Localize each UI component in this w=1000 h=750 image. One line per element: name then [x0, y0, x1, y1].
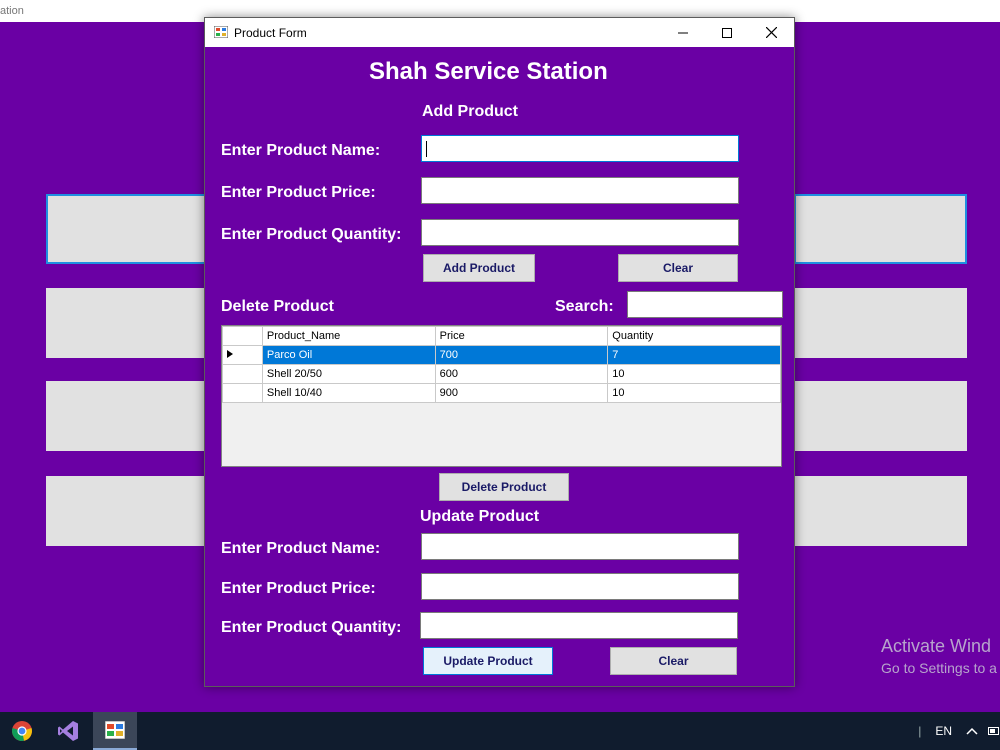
window-title: Product Form	[234, 26, 307, 40]
cell-quantity[interactable]: 7	[607, 345, 781, 365]
language-indicator[interactable]: EN	[935, 724, 952, 738]
row-selector[interactable]	[222, 345, 263, 365]
add-clear-button[interactable]: Clear	[618, 254, 738, 282]
close-icon	[765, 27, 777, 38]
add-quantity-input[interactable]	[421, 219, 739, 246]
cell-quantity[interactable]: 10	[607, 364, 781, 384]
table-row[interactable]: Parco Oil 700 7	[222, 345, 781, 365]
background-tile-4-right[interactable]	[794, 476, 967, 546]
column-header-name[interactable]: Product_Name	[261, 326, 436, 346]
background-tile-3-right[interactable]	[794, 381, 967, 451]
update-clear-button[interactable]: Clear	[610, 647, 737, 675]
search-input[interactable]	[627, 291, 783, 318]
product-form-window: Product Form Shah Service Station Add Pr…	[204, 17, 795, 687]
update-quantity-input[interactable]	[420, 612, 738, 639]
delete-product-title: Delete Product	[221, 298, 334, 315]
form-icon	[214, 26, 228, 38]
add-product-title: Add Product	[422, 103, 518, 120]
row-selector[interactable]	[222, 383, 263, 403]
taskbar-chrome-button[interactable]	[0, 712, 44, 750]
cell-product-name[interactable]: Shell 20/50	[261, 364, 436, 384]
search-label: Search:	[555, 298, 614, 315]
delete-product-button[interactable]: Delete Product	[439, 473, 569, 501]
update-quantity-label: Enter Product Quantity:	[221, 619, 402, 636]
table-row[interactable]: Shell 10/40 900 10	[222, 383, 781, 403]
add-quantity-label: Enter Product Quantity:	[221, 226, 402, 243]
background-tile-2-left[interactable]	[46, 288, 206, 358]
activation-watermark-title: Activate Wind	[881, 636, 992, 656]
text-caret	[426, 141, 427, 157]
table-row[interactable]: Shell 20/50 600 10	[222, 364, 781, 384]
current-row-arrow-icon	[227, 350, 233, 358]
winforms-app-icon	[105, 721, 125, 739]
minimize-icon	[678, 32, 688, 33]
update-name-input[interactable]	[421, 533, 739, 560]
background-tile-3-left[interactable]	[46, 381, 206, 451]
background-tile-2-right[interactable]	[794, 288, 967, 358]
background-window-title: ation	[0, 5, 24, 17]
battery-icon[interactable]	[988, 726, 1000, 736]
column-header-price[interactable]: Price	[434, 326, 609, 346]
cell-price[interactable]: 900	[434, 383, 609, 403]
products-table: Product_Name Price Quantity Parco Oil 70…	[222, 326, 781, 403]
products-grid[interactable]: Product_Name Price Quantity Parco Oil 70…	[221, 325, 782, 467]
update-price-input[interactable]	[421, 573, 739, 600]
cell-price[interactable]: 700	[434, 345, 609, 365]
add-name-label: Enter Product Name:	[221, 142, 381, 159]
update-price-label: Enter Product Price:	[221, 580, 376, 597]
visual-studio-icon	[58, 721, 78, 741]
system-tray: | EN	[918, 712, 1000, 750]
table-header-row: Product_Name Price Quantity	[222, 326, 781, 346]
chrome-icon	[12, 721, 32, 741]
update-product-button[interactable]: Update Product	[423, 647, 553, 675]
chevron-up-icon[interactable]	[966, 727, 978, 735]
activation-watermark-subtitle: Go to Settings to a	[881, 660, 997, 676]
column-header-quantity[interactable]: Quantity	[607, 326, 781, 346]
update-product-title: Update Product	[420, 508, 540, 525]
cell-product-name[interactable]: Parco Oil	[261, 345, 436, 365]
close-button[interactable]	[749, 18, 793, 47]
cell-price[interactable]: 600	[434, 364, 609, 384]
minimize-button[interactable]	[661, 18, 705, 47]
add-price-label: Enter Product Price:	[221, 184, 376, 201]
background-tile-1-right[interactable]	[794, 194, 967, 264]
taskbar-visual-studio-button[interactable]	[46, 712, 90, 750]
maximize-icon	[722, 27, 732, 38]
taskbar: | EN	[0, 712, 1000, 750]
window-titlebar: Product Form	[205, 18, 794, 47]
add-price-input[interactable]	[421, 177, 739, 204]
row-selector[interactable]	[222, 364, 263, 384]
maximize-button[interactable]	[705, 18, 749, 47]
cell-quantity[interactable]: 10	[607, 383, 781, 403]
tray-separator: |	[918, 724, 922, 738]
update-name-label: Enter Product Name:	[221, 540, 381, 557]
app-heading: Shah Service Station	[369, 58, 608, 85]
activation-watermark: Activate Wind Go to Settings to a	[881, 636, 997, 676]
add-product-button[interactable]: Add Product	[423, 254, 535, 282]
taskbar-product-form-button[interactable]	[93, 712, 137, 750]
cell-product-name[interactable]: Shell 10/40	[261, 383, 436, 403]
background-tile-4-left[interactable]	[46, 476, 206, 546]
background-tile-1-left[interactable]	[46, 194, 206, 264]
add-name-input[interactable]	[421, 135, 739, 162]
row-header-corner	[222, 326, 263, 346]
